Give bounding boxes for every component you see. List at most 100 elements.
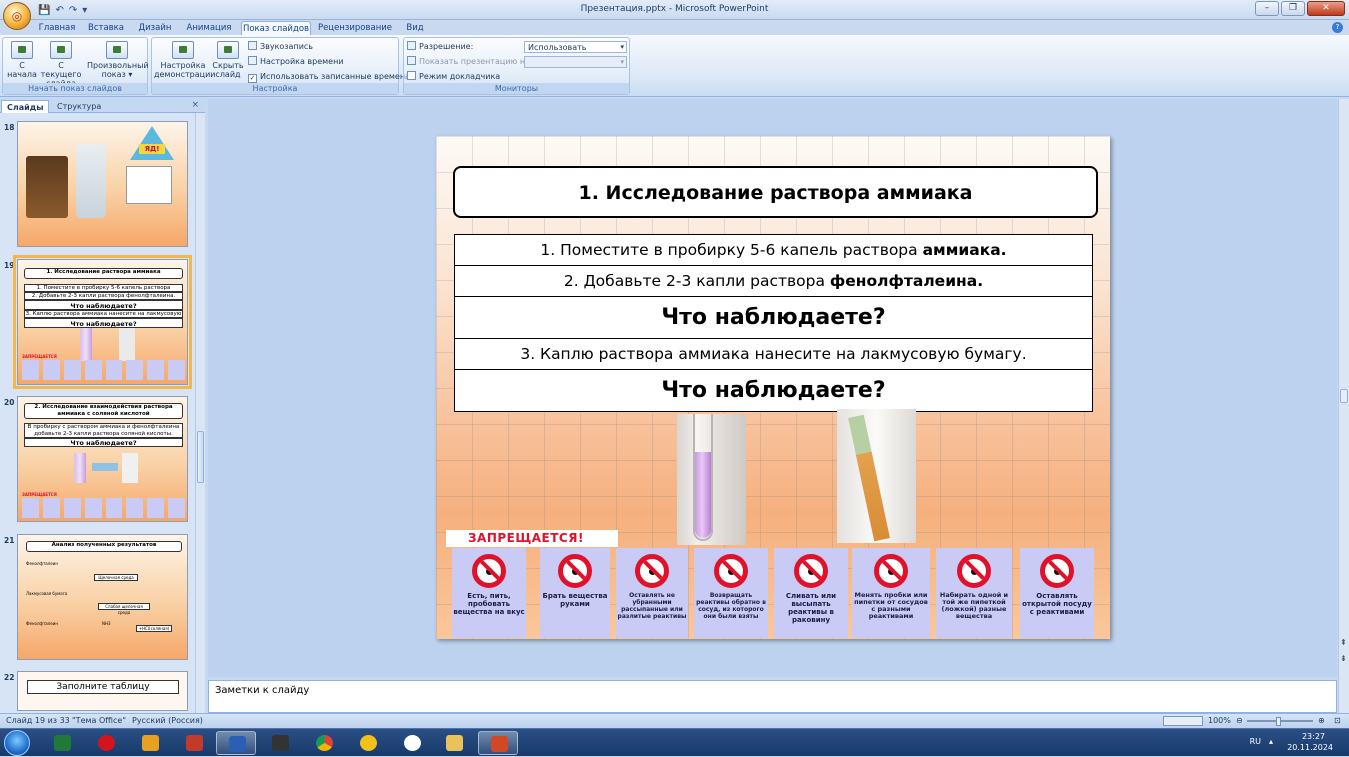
taskbar-yandex[interactable] (392, 731, 432, 755)
close-icon[interactable]: ✕ (1307, 1, 1345, 16)
fit-slide-icon[interactable]: ⊡ (1334, 714, 1341, 728)
hide-slide-button[interactable]: Скрыть слайд (212, 41, 244, 79)
taskbar-opera[interactable] (86, 731, 126, 755)
slides-panel: Слайды Структура × 18 ЯД! 19 1. Исследов… (0, 99, 205, 713)
test-tube-image (80, 328, 92, 361)
taskbar-explorer[interactable] (434, 731, 474, 755)
test-tube-image (74, 453, 86, 483)
language-indicator[interactable]: RU (1250, 737, 1261, 746)
tab-home[interactable]: Главная (37, 21, 77, 35)
chevron-down-icon: ▾ (620, 58, 624, 66)
rehearse-timings-button[interactable]: Настройка времени (248, 56, 344, 68)
clock-time[interactable]: 23:27 (1302, 732, 1325, 741)
zoom-level[interactable]: 100% (1208, 714, 1231, 728)
test-tube-image[interactable] (677, 414, 746, 545)
language-indicator[interactable]: Русский (Россия) (132, 714, 203, 728)
slide-thumbnail-22[interactable]: Заполните таблицу (17, 671, 188, 711)
start-button[interactable] (4, 730, 30, 756)
tab-outline[interactable]: Структура (52, 100, 106, 113)
thumb-title: 1. Исследование раствора аммиака (24, 268, 183, 279)
use-timings-checkbox[interactable]: ✓ Использовать записанные времена (248, 71, 410, 83)
slide-19[interactable]: 1. Исследование раствора аммиака 1. Поме… (436, 136, 1110, 639)
opera-icon (98, 735, 115, 751)
taskbar-app[interactable] (174, 731, 214, 755)
taskbar-word[interactable] (216, 731, 256, 755)
slide-title[interactable]: 1. Исследование раствора аммиака (453, 166, 1098, 218)
tab-slideshow[interactable]: Показ слайдов (241, 21, 311, 35)
zoom-out-icon[interactable]: ⊖ (1236, 714, 1243, 728)
taskbar-chrome[interactable] (304, 731, 344, 755)
tab-slides[interactable]: Слайды (1, 100, 50, 113)
zoom-in-icon[interactable]: ⊕ (1318, 714, 1325, 728)
test-tube-image (122, 453, 138, 483)
prohibition-sign: Есть, пить, пробовать вещества на вкус (452, 548, 526, 638)
instructions-table[interactable]: 1. Поместите в пробирку 5-6 капель раств… (454, 234, 1093, 412)
slide-number: 18 (4, 123, 15, 132)
taskbar-app[interactable] (348, 731, 388, 755)
resolution-label: Разрешение: (407, 41, 473, 53)
taskbar-media[interactable] (260, 731, 300, 755)
slide-number: 19 (4, 261, 15, 270)
close-panel-icon[interactable]: × (191, 100, 199, 110)
taskbar-powerpoint[interactable] (478, 731, 518, 755)
setup-show-button[interactable]: Настройка демонстрации (154, 41, 216, 79)
warning-triangle-icon (130, 126, 174, 160)
taskbar-app[interactable] (130, 731, 170, 755)
minimize-icon[interactable]: – (1255, 1, 1279, 16)
slide-thumbnail-21[interactable]: Анализ полученных результатов Фенолфтале… (17, 534, 188, 660)
prev-slide-icon[interactable]: ⇞ (1340, 639, 1347, 647)
office-button[interactable]: ◎ (3, 2, 31, 30)
tray-expand-icon[interactable]: ▴ (1269, 737, 1273, 746)
prohibition-signs[interactable]: Есть, пить, пробовать вещества на вкус Б… (446, 548, 1098, 638)
from-current-button[interactable]: С текущего слайда (39, 41, 83, 88)
panel-scrollbar[interactable] (195, 113, 205, 713)
next-slide-icon[interactable]: ⇟ (1340, 655, 1347, 663)
ribbon-tabs: Главная Вставка Дизайн Анимация Показ сл… (0, 20, 1349, 35)
prohibition-sign-icon (63, 498, 81, 518)
tab-review[interactable]: Рецензирование (316, 21, 394, 35)
maximize-icon[interactable]: ❐ (1281, 1, 1305, 16)
show-on-label: Показать презентацию на: (407, 56, 533, 68)
scrollbar-thumb[interactable] (197, 431, 204, 483)
slide-thumbnail-18[interactable]: ЯД! (17, 121, 188, 247)
yandex-icon (404, 735, 421, 751)
slide-counter: Слайд 19 из 33 (6, 716, 70, 725)
presenter-view-checkbox[interactable]: Режим докладчика (407, 71, 500, 83)
view-buttons[interactable] (1163, 716, 1203, 726)
resolution-dropdown[interactable]: Использовать текуще...▾ (524, 41, 627, 63)
group-monitors: Разрешение: Использовать текуще...▾ Пока… (403, 37, 630, 95)
litmus-paper-image[interactable] (837, 409, 916, 543)
no-same-pipette-icon (957, 554, 991, 588)
tab-design[interactable]: Дизайн (134, 21, 176, 35)
window-title: Презентация.pptx - Microsoft PowerPoint (580, 4, 769, 14)
app-icon (142, 735, 159, 751)
record-narration-button[interactable]: Звукозапись (248, 41, 313, 53)
no-open-vessel-icon (1040, 554, 1074, 588)
clock-date[interactable]: 20.11.2024 (1287, 743, 1333, 752)
prohibition-sign: Набирать одной и той же пипеткой (ложкой… (936, 548, 1012, 638)
no-eating-icon (472, 554, 506, 588)
prohibition-sign: Оставлять не убранными рассыпанные или р… (616, 548, 688, 638)
tab-animation[interactable]: Анимация (182, 21, 236, 35)
theme-name[interactable]: "Тема Office" (72, 714, 126, 728)
scrollbar-thumb[interactable] (1340, 389, 1348, 403)
hide-slide-icon (217, 41, 239, 59)
monitor-icon (407, 56, 416, 65)
notes-pane[interactable]: Заметки к слайду (208, 680, 1337, 713)
show-on-dropdown[interactable]: ▾ (524, 56, 627, 68)
word-icon (229, 736, 246, 752)
tab-insert[interactable]: Вставка (84, 21, 128, 35)
canvas-scrollbar[interactable]: ⇞ ⇟ (1338, 99, 1349, 713)
help-icon[interactable]: ? (1332, 22, 1343, 33)
thumb-title: Анализ полученных результатов (26, 541, 182, 552)
custom-show-button[interactable]: Произвольный показ ▾ (87, 41, 149, 79)
slide-thumbnail-20[interactable]: 2. Исследование взаимодействия раствора … (17, 396, 188, 522)
slide-thumbnail-19[interactable]: 1. Исследование раствора аммиака 1. Поме… (13, 255, 192, 389)
taskbar-excel[interactable] (42, 731, 82, 755)
from-start-button[interactable]: С начала (5, 41, 39, 79)
group-start-slideshow: С начала С текущего слайда Произвольный … (2, 37, 149, 95)
app-icon (186, 735, 203, 751)
zoom-slider-knob[interactable] (1276, 717, 1281, 726)
prohibition-sign-icon (105, 498, 123, 518)
tab-view[interactable]: Вид (400, 21, 430, 35)
